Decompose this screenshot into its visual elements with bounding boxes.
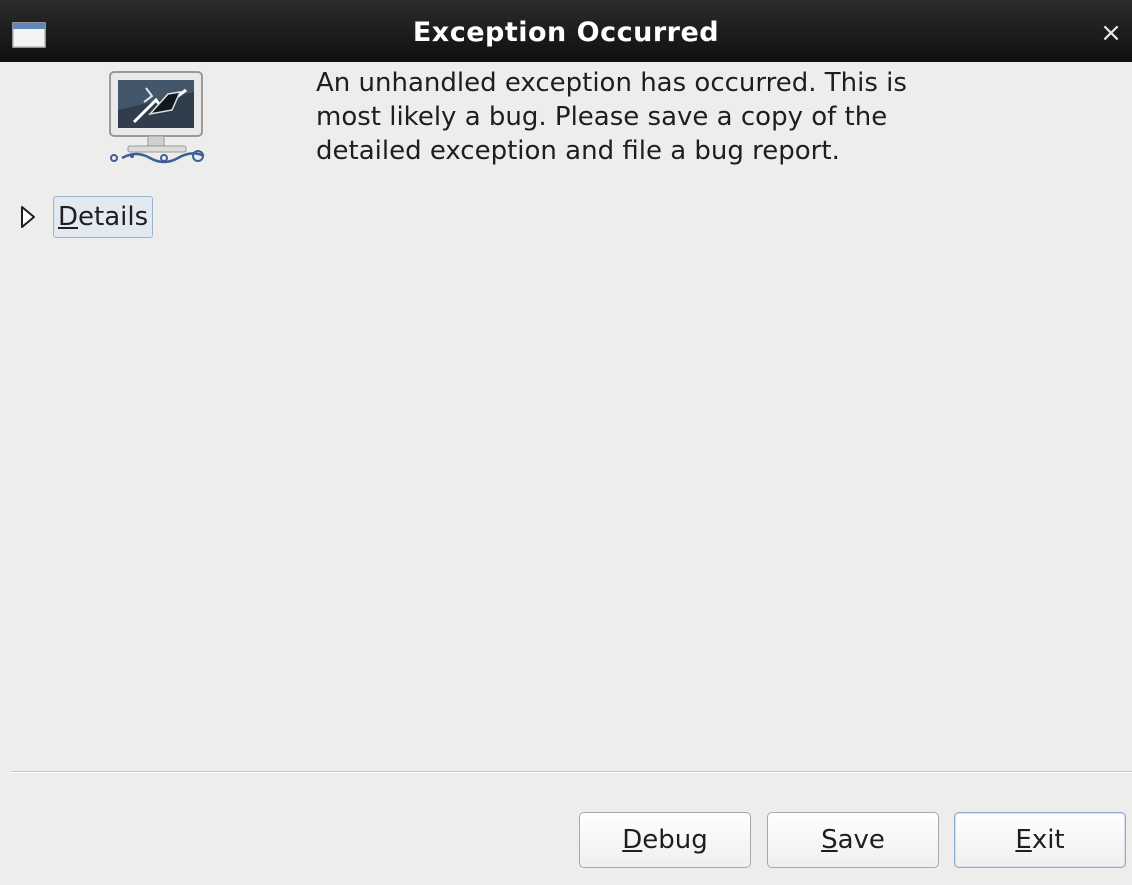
- button-label-rest: xit: [1031, 825, 1065, 855]
- expander-arrow-icon[interactable]: [18, 204, 38, 230]
- separator: [10, 771, 1132, 773]
- message-line: detailed exception and file a bug report…: [316, 136, 840, 166]
- mnemonic-char: D: [622, 825, 643, 855]
- save-button[interactable]: Save: [767, 812, 939, 868]
- exit-button[interactable]: Exit: [954, 812, 1126, 868]
- close-button[interactable]: ×: [1096, 18, 1126, 48]
- message-line: most likely a bug. Please save a copy of…: [316, 102, 888, 132]
- window-title: Exception Occurred: [412, 17, 720, 48]
- mnemonic-char: D: [58, 202, 79, 232]
- button-label-rest: ave: [837, 825, 885, 855]
- exception-dialog: Exception Occurred × An unhandled except…: [0, 0, 1132, 885]
- details-label[interactable]: Details: [53, 196, 154, 238]
- button-label-rest: ebug: [642, 825, 708, 855]
- message-line: An unhandled exception has occurred. Thi…: [316, 68, 907, 98]
- mnemonic-char: E: [1015, 825, 1032, 855]
- label-rest: etails: [78, 202, 149, 232]
- bug-monitor-icon: [109, 71, 205, 164]
- debug-button[interactable]: Debug: [579, 812, 751, 868]
- mnemonic-char: S: [821, 825, 838, 855]
- title-bar[interactable]: Exception Occurred ×: [0, 0, 1132, 62]
- error-message: An unhandled exception has occurred. Thi…: [316, 66, 976, 168]
